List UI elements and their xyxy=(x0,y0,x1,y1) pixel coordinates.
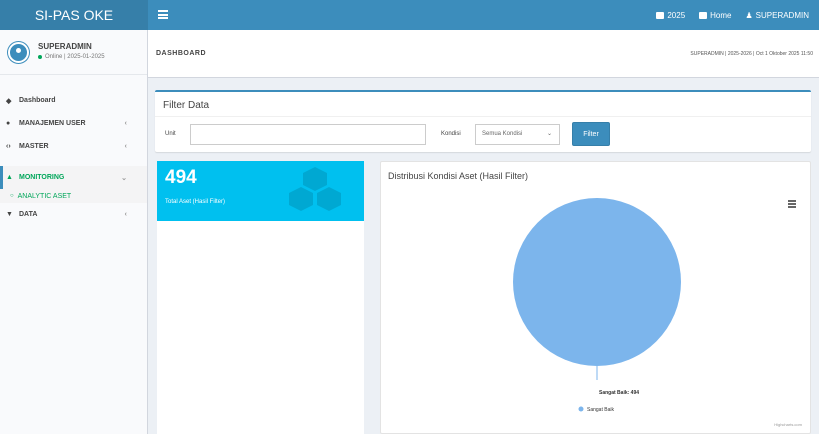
avatar xyxy=(8,42,29,63)
table-icon xyxy=(656,11,665,19)
dashboard-icon: ◆ xyxy=(6,97,12,105)
user-status-text: Online | 2025-01-2025 xyxy=(45,54,105,60)
unit-input[interactable] xyxy=(190,124,426,145)
sidebar-item-data[interactable]: ▼ DATA ‹ xyxy=(0,203,147,226)
pie-chart: Sangat Baik: 494 Sangat Baik xyxy=(513,198,681,413)
breadcrumb: SUPERADMIN | 2025-2026 | Oct 1 Oktober 2… xyxy=(690,51,813,57)
sidebar-item-label: DATA xyxy=(19,211,38,218)
filter-box: Filter Data Unit Kondisi Semua Kondisi ⌄… xyxy=(155,90,811,152)
kondisi-label: Kondisi xyxy=(441,131,461,137)
sidebar-item-dashboard[interactable]: ◆ Dashboard xyxy=(0,89,147,112)
top-navbar: 2025 Home ♟ SUPERADMIN xyxy=(148,0,819,30)
kondisi-select[interactable]: Semua Kondisi ⌄ xyxy=(475,124,560,145)
sidebar-toggle-icon[interactable] xyxy=(158,10,168,19)
filter-button[interactable]: Filter xyxy=(572,122,610,146)
legend-item-label[interactable]: Sangat Baik xyxy=(587,407,614,413)
sidebar-menu: ◆ Dashboard ● MANAJEMEN USER ‹ ‹› MASTER… xyxy=(0,89,147,226)
total-aset-number: 494 xyxy=(165,167,197,188)
chart-box: Distribusi Kondisi Aset (Hasil Filter) S… xyxy=(380,161,811,434)
pie-slice-sangat-baik[interactable] xyxy=(513,198,681,366)
cubes-icon xyxy=(289,167,341,211)
chevron-left-icon: ‹ xyxy=(124,120,127,127)
sidebar-item-manajemen-user[interactable]: ● MANAJEMEN USER ‹ xyxy=(0,112,147,135)
legend-marker[interactable] xyxy=(578,406,584,412)
chart-credits: Highcharts.com xyxy=(774,422,802,427)
user-icon: ♟ xyxy=(745,10,753,20)
user-name: SUPERADMIN xyxy=(38,42,92,51)
user-status: Online | 2025-01-2025 xyxy=(38,54,105,60)
nav-year[interactable]: 2025 xyxy=(656,11,685,20)
total-aset-info-box: 494 Total Aset (Hasil Filter) xyxy=(157,161,364,221)
sidebar-item-master[interactable]: ‹› MASTER ‹ xyxy=(0,135,147,158)
sidebar-item-monitoring[interactable]: ▲ MONITORING ⌄ xyxy=(0,166,147,189)
online-dot-icon xyxy=(38,55,42,59)
user-panel: SUPERADMIN Online | 2025-01-2025 xyxy=(0,30,147,75)
sidebar: SUPERADMIN Online | 2025-01-2025 ◆ Dashb… xyxy=(0,30,148,434)
circle-icon: ○ xyxy=(10,193,14,199)
nav-user-label: SUPERADMIN xyxy=(755,10,809,20)
unit-label: Unit xyxy=(165,131,176,137)
sidebar-item-label: MONITORING xyxy=(19,174,65,181)
content-header: DASHBOARD SUPERADMIN | 2025-2026 | Oct 1… xyxy=(148,30,819,78)
users-icon: ● xyxy=(6,120,11,127)
sidebar-item-label: MANAJEMEN USER xyxy=(19,120,86,127)
sidebar-item-label: Dashboard xyxy=(19,97,56,104)
nav-home-label: Home xyxy=(710,10,732,20)
filter-divider xyxy=(155,116,811,117)
chevron-down-icon: ⌄ xyxy=(546,131,552,137)
sidebar-item-label: MASTER xyxy=(19,143,49,150)
filter-title: Filter Data xyxy=(163,100,210,111)
app-brand[interactable]: SI-PAS OKE xyxy=(0,0,148,30)
chevron-left-icon: ‹ xyxy=(124,211,127,218)
nav-home[interactable]: Home xyxy=(699,11,731,20)
nav-year-label: 2025 xyxy=(667,10,686,20)
navbar-right: 2025 Home ♟ SUPERADMIN xyxy=(656,0,809,30)
left-panel xyxy=(157,221,364,434)
pie-data-label: Sangat Baik: 494 xyxy=(599,390,639,396)
home-icon xyxy=(699,11,708,19)
page-title: DASHBOARD xyxy=(156,50,206,57)
filter-icon: ▼ xyxy=(6,211,13,218)
monitor-icon: ▲ xyxy=(6,174,13,181)
chevron-down-icon: ⌄ xyxy=(121,174,127,182)
code-icon: ‹› xyxy=(6,143,11,150)
nav-user-menu[interactable]: ♟ SUPERADMIN xyxy=(745,11,809,20)
chevron-left-icon: ‹ xyxy=(124,143,127,150)
sidebar-subitem-label: ANALYTIC ASET xyxy=(17,192,72,200)
total-aset-label: Total Aset (Hasil Filter) xyxy=(165,199,226,205)
kondisi-select-value: Semua Kondisi xyxy=(482,131,523,137)
sidebar-subitem-analytic-aset[interactable]: ○ ANALYTIC ASET xyxy=(0,189,147,203)
